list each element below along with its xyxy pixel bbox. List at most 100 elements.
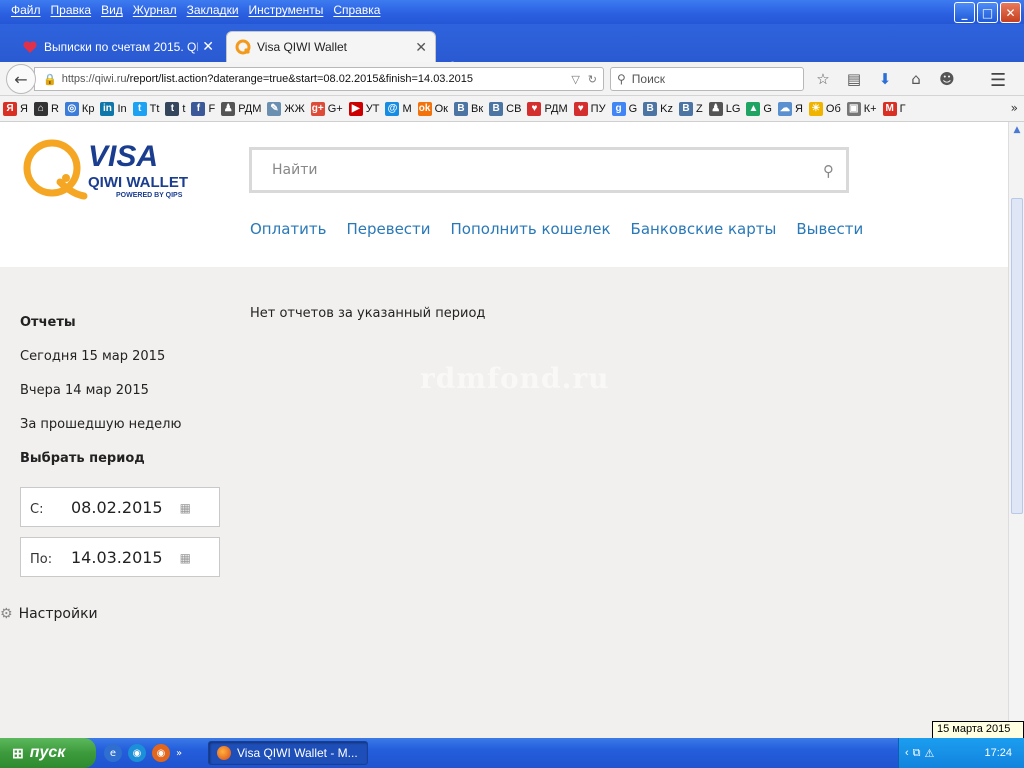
network-icon[interactable]: ⧉ <box>913 747 921 760</box>
bookmark-item[interactable]: g+ G+ <box>310 101 343 116</box>
bookmark-item[interactable]: in In <box>100 101 127 116</box>
bookmark-star-icon[interactable]: ☆ <box>812 68 834 90</box>
bookmark-item[interactable]: ЯЯ <box>3 101 28 116</box>
url-text: https://qiwi.ru/report/list.action?dater… <box>62 73 572 85</box>
sidebar-item-choose-period[interactable]: Выбрать период <box>20 450 220 484</box>
url-path: /report/list.action?daterange=true&start… <box>126 73 473 85</box>
chat-icon[interactable]: ☻ <box>936 68 958 90</box>
bookmark-item[interactable]: ☁ Я <box>777 101 803 116</box>
bookmark-item[interactable]: t Tt <box>132 101 159 116</box>
bookmark-item[interactable]: ♟ LG <box>708 101 740 116</box>
google-icon: g <box>611 101 626 116</box>
bookmark-item[interactable]: B Вк <box>454 101 484 116</box>
chevron-right-icon[interactable]: » <box>176 744 182 762</box>
bookmark-item[interactable]: fF <box>191 101 215 116</box>
firefox-icon[interactable]: ◉ <box>152 744 170 762</box>
nav-topup[interactable]: Пополнить кошелек <box>451 220 611 238</box>
bookmark-item[interactable]: MГ <box>882 101 906 116</box>
sidebar-item-last-week[interactable]: За прошедшую неделю <box>20 416 220 450</box>
tray-expand-icon[interactable]: ‹ <box>905 747 909 759</box>
tab-close-icon[interactable]: ✕ <box>202 38 214 55</box>
ie-icon[interactable]: e <box>104 744 122 762</box>
start-button[interactable]: ⊞ пуск <box>0 738 96 768</box>
sidebar-item-yesterday[interactable]: Вчера 14 мар 2015 <box>20 382 220 416</box>
bookmark-item[interactable]: gG <box>611 101 637 116</box>
bookmark-item[interactable]: ok Ок <box>417 101 448 116</box>
download-icon[interactable]: ⬇ <box>874 68 896 90</box>
calendar-icon[interactable]: ▦ <box>180 551 191 565</box>
tab-qiwi-wallet[interactable]: Visa QIWI Wallet ✕ <box>226 31 436 62</box>
bookmark-item[interactable]: ♟ РДМ <box>221 101 261 116</box>
nav-pay[interactable]: Оплатить <box>250 220 326 238</box>
bookmark-item[interactable]: ✎ ЖЖ <box>267 101 305 116</box>
bookmark-label: М <box>402 102 412 115</box>
settings-link[interactable]: ⚙ Настройки <box>0 606 98 622</box>
menubar: Файл Правка Вид Журнал Закладки Инструме… <box>6 3 385 17</box>
reload-icon[interactable]: ↻ <box>588 73 597 86</box>
scrollbar-thumb[interactable] <box>1011 198 1023 514</box>
bookmark-item[interactable]: ▶ УТ <box>348 101 379 116</box>
bookmark-item[interactable]: ♥ ПУ <box>573 101 606 116</box>
bookmark-item[interactable]: B Kz <box>643 101 673 116</box>
search-icon[interactable]: ⚲ <box>823 162 834 180</box>
globe-icon[interactable]: ◉ <box>128 744 146 762</box>
calendar-icon[interactable]: ▦ <box>180 501 191 515</box>
taskbar-firefox-window[interactable]: Visa QIWI Wallet - M... <box>208 741 368 765</box>
weather-icon: ☀ <box>808 101 823 116</box>
bookmark-label: Вк <box>471 102 484 115</box>
menu-help[interactable]: Справка <box>328 3 385 17</box>
menu-file[interactable]: Файл <box>6 3 46 17</box>
qiwi-favicon-icon <box>235 39 251 55</box>
nav-withdraw[interactable]: Вывести <box>796 220 863 238</box>
visa-qiwi-logo[interactable]: VISA QIWI WALLET POWERED BY QIPS <box>22 138 202 208</box>
bookmark-item[interactable]: ▣ К+ <box>846 101 877 116</box>
dropdown-icon[interactable]: ▽ <box>571 73 579 86</box>
menu-edit[interactable]: Правка <box>46 3 97 17</box>
maximize-button[interactable]: □ <box>977 2 998 23</box>
menu-bookmarks[interactable]: Закладки <box>182 3 244 17</box>
date-to-field[interactable]: По: 14.03.2015 ▦ <box>20 537 220 577</box>
close-button[interactable]: ✕ <box>1000 2 1021 23</box>
scroll-up-icon[interactable]: ▲ <box>1011 124 1023 136</box>
bookmark-label: ПУ <box>590 102 606 115</box>
bookmark-item[interactable]: ◎ Кр <box>64 101 95 116</box>
url-bar[interactable]: 🔒 https://qiwi.ru/report/list.action?dat… <box>34 67 604 91</box>
bookmark-item[interactable]: BZ <box>678 101 703 116</box>
tab-statements[interactable]: Выписки по счетам 2015. QI... ✕ <box>14 31 222 62</box>
user-icon: ♟ <box>221 101 236 116</box>
sidebar-item-today[interactable]: Сегодня 15 мар 2015 <box>20 348 220 382</box>
tab-close-icon[interactable]: ✕ <box>415 39 427 56</box>
menu-history[interactable]: Журнал <box>128 3 182 17</box>
bookmark-item[interactable]: ⌂ R <box>33 101 59 116</box>
menu-view[interactable]: Вид <box>96 3 128 17</box>
minimize-button[interactable]: _ <box>954 2 975 23</box>
hamburger-menu-icon[interactable]: ☰ <box>990 70 1006 91</box>
bookmark-item[interactable]: B СВ <box>489 101 521 116</box>
back-arrow-icon: ← <box>14 69 28 89</box>
date-from-field[interactable]: С: 08.02.2015 ▦ <box>20 487 220 527</box>
bookmark-label: Кр <box>81 102 95 115</box>
vertical-scrollbar[interactable]: ▲ <box>1008 122 1024 738</box>
search-icon: ⚲ <box>617 72 626 86</box>
bookmark-item[interactable]: tt <box>165 101 185 116</box>
date-from-value: 08.02.2015 <box>71 498 163 517</box>
nav-bank-cards[interactable]: Банковские карты <box>631 220 777 238</box>
clock[interactable]: 17:24 <box>984 747 1012 759</box>
bookmark-item[interactable]: ☀ Об <box>808 101 841 116</box>
warning-icon[interactable]: ⚠ <box>925 747 935 760</box>
reading-list-icon[interactable]: ▤ <box>843 68 865 90</box>
bookmarks-overflow-button[interactable]: » <box>1011 101 1018 115</box>
bookmark-item[interactable]: @ М <box>385 101 412 116</box>
browser-search-input[interactable]: ⚲ Поиск <box>610 67 804 91</box>
bookmark-item[interactable]: ♥ РДМ <box>527 101 568 116</box>
taskbar-window-title: Visa QIWI Wallet - M... <box>237 746 358 760</box>
menu-tools[interactable]: Инструменты <box>244 3 329 17</box>
nav-transfer[interactable]: Перевести <box>346 220 430 238</box>
home-icon[interactable]: ⌂ <box>905 68 927 90</box>
back-button[interactable]: ← <box>6 64 36 94</box>
site-search-input[interactable]: Найти ⚲ <box>249 147 849 193</box>
site-nav: Оплатить Перевести Пополнить кошелек Бан… <box>250 220 863 238</box>
youtube-icon: ▶ <box>348 101 363 116</box>
bookmark-item[interactable]: ▲ G <box>746 101 772 116</box>
bookmark-label: In <box>117 102 127 115</box>
